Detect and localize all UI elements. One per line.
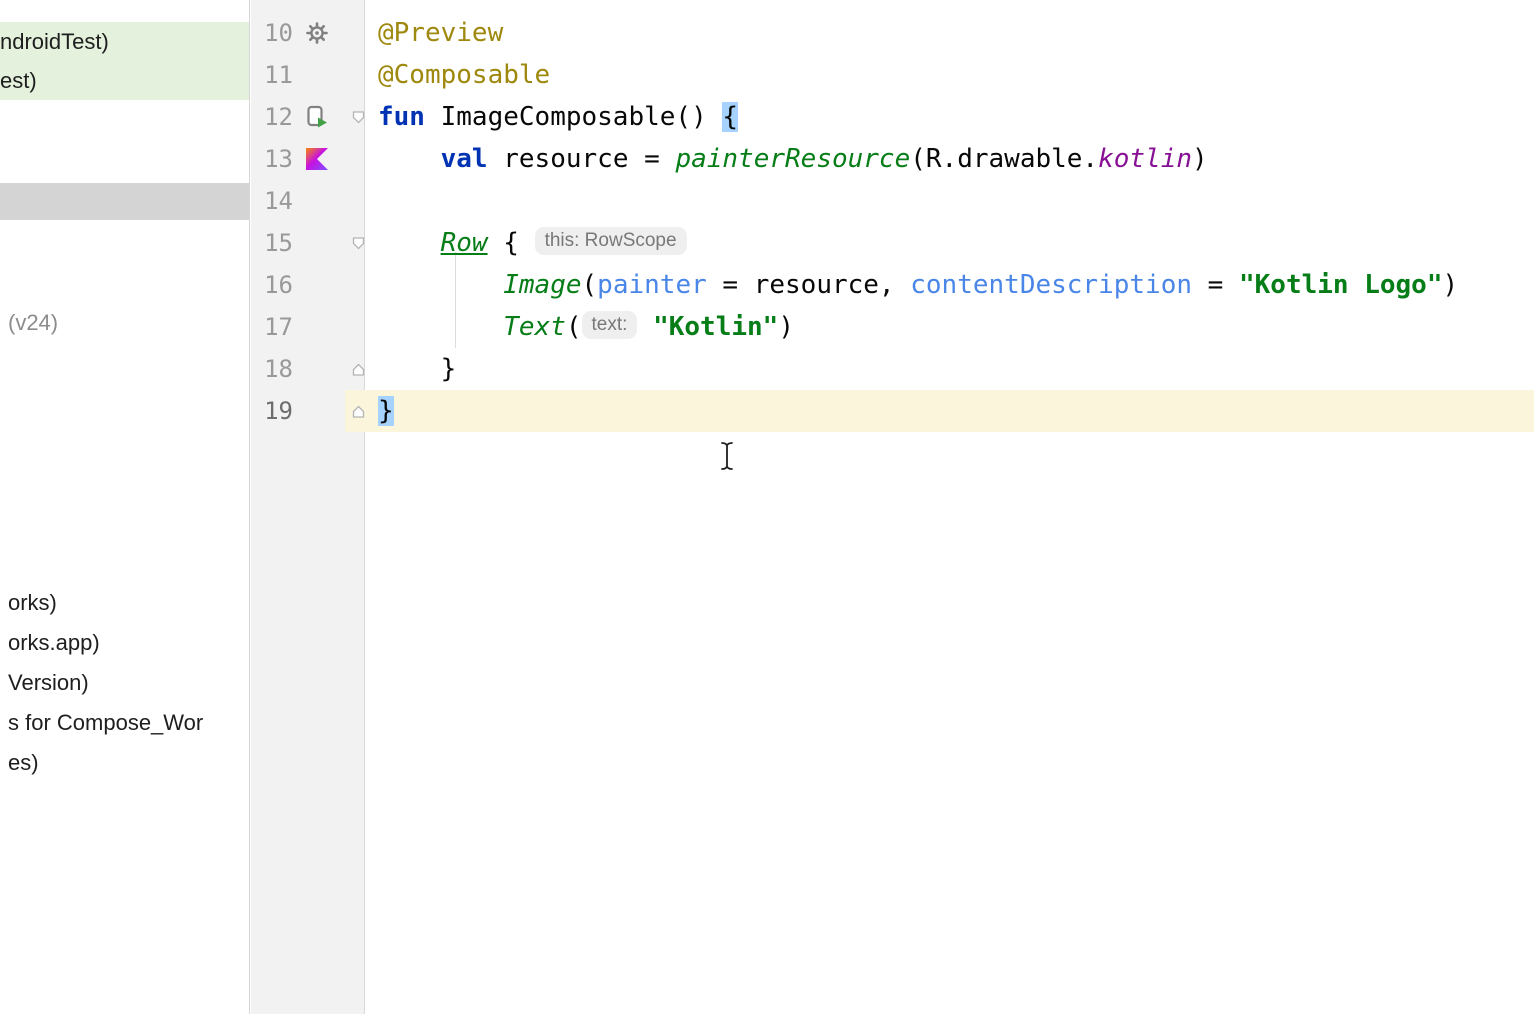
project-tree-panel: ndroidTest)est) (v24) orks)orks.app)Versio…	[0, 0, 250, 1014]
code-token: {	[722, 102, 738, 132]
code-line-10[interactable]: @Preview	[365, 12, 1534, 54]
tree-item[interactable]: (v24)	[0, 303, 249, 343]
gutter-row: 12	[251, 96, 364, 138]
tree-item-label: Version)	[8, 663, 89, 703]
code-token: {	[488, 228, 535, 258]
tree-item-label: (v24)	[8, 303, 58, 343]
code-line-12[interactable]: fun ImageComposable() {	[365, 96, 1534, 138]
gutter-row: 19	[251, 390, 364, 432]
inlay-hint: this: RowScope	[535, 227, 687, 255]
tree-item[interactable]: s for Compose_Wor	[0, 703, 249, 743]
editor: 10111213141516171819 @Preview @Composable…	[251, 0, 1534, 1014]
gear-icon[interactable]	[305, 21, 329, 45]
tree-item[interactable]: Version)	[0, 663, 249, 703]
code-token	[378, 144, 441, 174]
line-number: 10	[251, 12, 293, 54]
line-number: 11	[251, 54, 293, 96]
code-token: (	[566, 312, 582, 342]
tree-item[interactable]: es)	[0, 743, 249, 783]
code-token: Text	[503, 312, 566, 342]
run-preview-icon[interactable]	[305, 105, 329, 129]
code-token: fun	[378, 102, 425, 132]
tree-item[interactable]: est)	[0, 61, 249, 100]
gutter-row: 13	[251, 138, 364, 180]
code-token: "Kotlin Logo"	[1239, 270, 1443, 300]
code-line-13[interactable]: val resource = painterResource(R.drawabl…	[365, 138, 1534, 180]
tree-item-label: orks.app)	[8, 623, 100, 663]
code-token: )	[778, 312, 794, 342]
code-token: )	[1192, 144, 1208, 174]
code-line-19[interactable]: }	[365, 390, 1534, 432]
tree-item-label: es)	[8, 743, 39, 783]
gutter-row: 11	[251, 54, 364, 96]
fold-marker-open-icon[interactable]	[351, 236, 366, 251]
gutter-row: 15	[251, 222, 364, 264]
fold-marker-close-icon[interactable]	[351, 404, 366, 419]
code-token: resource =	[488, 144, 676, 174]
code-token: ImageComposable()	[425, 102, 722, 132]
code-token: }	[378, 396, 394, 426]
gutter-row: 18	[251, 348, 364, 390]
gutter-row: 17	[251, 306, 364, 348]
code-line-18[interactable]: }	[365, 348, 1534, 390]
gutter-row: 14	[251, 180, 364, 222]
code-line-14[interactable]	[365, 180, 1534, 222]
code-token: @Preview	[378, 18, 503, 48]
tree-item-label: s for Compose_Wor	[8, 703, 203, 743]
tree-item-label: est)	[0, 61, 37, 100]
line-number: 15	[251, 222, 293, 264]
line-number: 18	[251, 348, 293, 390]
text-cursor-pointer	[719, 441, 735, 471]
line-number: 12	[251, 96, 293, 138]
gutter-row: 16	[251, 264, 364, 306]
fold-marker-open-icon[interactable]	[351, 110, 366, 125]
tree-item[interactable]: ndroidTest)	[0, 22, 249, 61]
tree-item[interactable]: orks)	[0, 583, 249, 623]
code-token: val	[441, 144, 488, 174]
code-token: contentDescription	[910, 270, 1192, 300]
code-token: painter	[597, 270, 707, 300]
inlay-hint: text:	[582, 311, 638, 339]
tree-item[interactable]: orks.app)	[0, 623, 249, 663]
code-line-16[interactable]: Image(painter = resource, contentDescrip…	[365, 264, 1534, 306]
code-token: Row	[441, 228, 488, 258]
code-token: }	[378, 354, 456, 384]
code-token: Image	[503, 270, 581, 300]
code-token: = resource,	[707, 270, 911, 300]
code-lines: @Preview @Composable fun ImageComposable()…	[365, 12, 1534, 432]
line-number: 19	[251, 390, 293, 432]
code-line-17[interactable]: Text(text: "Kotlin")	[365, 306, 1534, 348]
code-token: (R.drawable.	[910, 144, 1098, 174]
code-token	[637, 312, 653, 342]
code-token: @Composable	[378, 60, 550, 90]
line-number: 14	[251, 180, 293, 222]
code-token	[378, 228, 441, 258]
gutter-row: 10	[251, 12, 364, 54]
code-line-11[interactable]: @Composable	[365, 54, 1534, 96]
kotlin-logo-icon[interactable]	[305, 147, 329, 171]
code-token: kotlin	[1098, 144, 1192, 174]
code-token: "Kotlin"	[653, 312, 778, 342]
code-token: (	[582, 270, 598, 300]
editor-code-area[interactable]: @Preview @Composable fun ImageComposable()…	[365, 0, 1534, 1014]
tree-item[interactable]	[0, 183, 249, 220]
code-token: painterResource	[675, 144, 910, 174]
ide-window: ndroidTest)est) (v24) orks)orks.app)Versio…	[0, 0, 1534, 1014]
tree-item-label: ndroidTest)	[0, 22, 109, 61]
tree-item-label: orks)	[8, 583, 57, 623]
fold-marker-close-icon[interactable]	[351, 362, 366, 377]
code-token	[378, 312, 503, 342]
code-token: =	[1192, 270, 1239, 300]
code-line-15[interactable]: Row { this: RowScope	[365, 222, 1534, 264]
line-number: 17	[251, 306, 293, 348]
line-number: 13	[251, 138, 293, 180]
editor-gutter: 10111213141516171819	[251, 0, 365, 1014]
code-token	[378, 270, 503, 300]
line-number: 16	[251, 264, 293, 306]
code-token: )	[1442, 270, 1458, 300]
